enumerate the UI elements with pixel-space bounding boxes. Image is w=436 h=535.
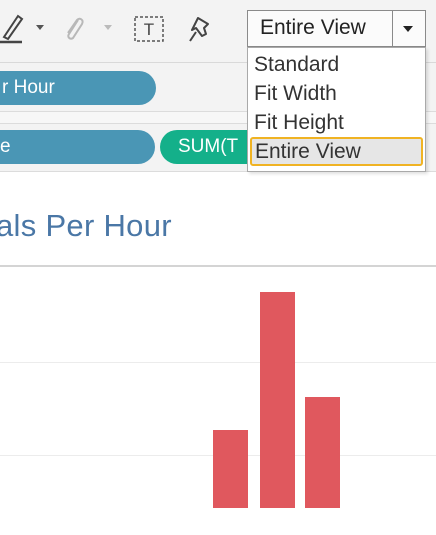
chart-bar[interactable] (260, 292, 295, 508)
fit-view-dropdown[interactable]: Entire View (247, 10, 426, 47)
title-divider (0, 265, 436, 267)
text-box-icon[interactable]: T (134, 16, 164, 42)
gridline (0, 362, 436, 363)
menu-item-entire-view[interactable]: Entire View (250, 137, 423, 166)
bar-chart (0, 272, 436, 508)
highlighter-dropdown-icon[interactable] (36, 25, 44, 30)
paperclip-icon[interactable] (62, 14, 86, 44)
chart-bar[interactable] (305, 397, 340, 508)
dropdown-arrow-button[interactable] (392, 11, 425, 46)
chevron-down-icon (403, 26, 413, 32)
fit-view-menu: Standard Fit Width Fit Height Entire Vie… (247, 47, 426, 172)
menu-item-fit-width[interactable]: Fit Width (248, 79, 425, 108)
fit-view-value: Entire View (260, 16, 366, 39)
highlighter-icon[interactable] (0, 12, 26, 44)
rows-field-pill[interactable]: e (0, 130, 155, 164)
rows-field-pill-label: e (0, 136, 11, 157)
svg-text:T: T (144, 20, 154, 39)
menu-item-standard[interactable]: Standard (248, 50, 425, 79)
chart-bar[interactable] (213, 430, 248, 508)
columns-field-pill-label: r Hour (2, 77, 55, 98)
columns-field-pill[interactable]: r Hour (0, 71, 156, 105)
paperclip-dropdown-icon[interactable] (104, 25, 112, 30)
view-title: als Per Hour (0, 208, 172, 243)
menu-item-fit-height[interactable]: Fit Height (248, 108, 425, 137)
rows-measure-pill-label: SUM(T (178, 136, 239, 157)
pin-icon[interactable] (188, 14, 214, 44)
